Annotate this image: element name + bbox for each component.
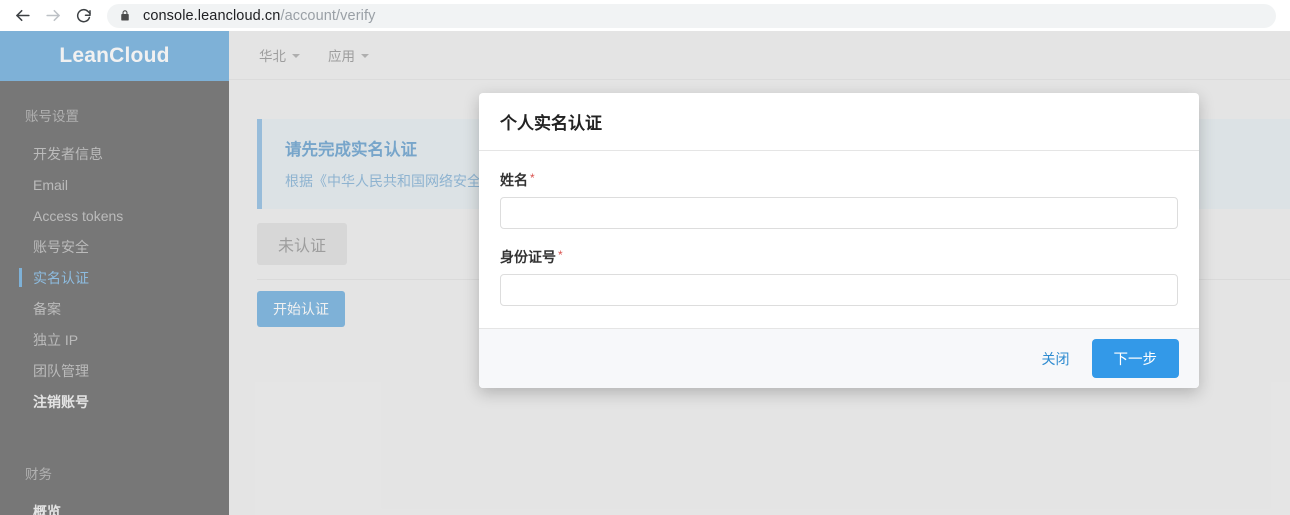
id-number-input[interactable] (500, 274, 1178, 306)
url-path: /account/verify (280, 7, 376, 24)
next-step-button[interactable]: 下一步 (1091, 339, 1179, 378)
close-button[interactable]: 关闭 (1032, 343, 1080, 375)
id-number-field-label-text: 身份证号 (500, 249, 556, 265)
reload-button[interactable] (70, 2, 98, 30)
address-bar[interactable]: console.leancloud.cn/account/verify (107, 3, 1276, 28)
name-field-label: 姓名 * (500, 170, 1178, 190)
back-button[interactable] (8, 2, 36, 30)
name-field-label-text: 姓名 (500, 172, 528, 188)
lock-icon (119, 9, 132, 23)
modal-body: 姓名 * 身份证号 * (479, 151, 1199, 328)
browser-toolbar: console.leancloud.cn/account/verify (0, 0, 1290, 31)
required-marker: * (530, 171, 535, 185)
url-host: console.leancloud.cn (143, 7, 281, 24)
url-text: console.leancloud.cn/account/verify (143, 8, 375, 24)
reload-icon (75, 7, 93, 25)
form-group-name: 姓名 * (500, 170, 1178, 229)
name-input[interactable] (500, 197, 1178, 229)
back-arrow-icon (13, 6, 32, 25)
modal-footer: 关闭 下一步 (479, 328, 1199, 388)
modal-title: 个人实名认证 (500, 114, 602, 133)
forward-button[interactable] (39, 2, 67, 30)
modal-header: 个人实名认证 (479, 93, 1199, 151)
forward-arrow-icon (44, 6, 63, 25)
personal-verification-modal: 个人实名认证 姓名 * 身份证号 * 关闭 下一步 (479, 93, 1199, 388)
required-marker: * (558, 248, 563, 262)
page-viewport: LeanCloud 账号设置 开发者信息 Email Access tokens… (0, 31, 1290, 515)
id-number-field-label: 身份证号 * (500, 247, 1178, 267)
form-group-id-number: 身份证号 * (500, 247, 1178, 306)
